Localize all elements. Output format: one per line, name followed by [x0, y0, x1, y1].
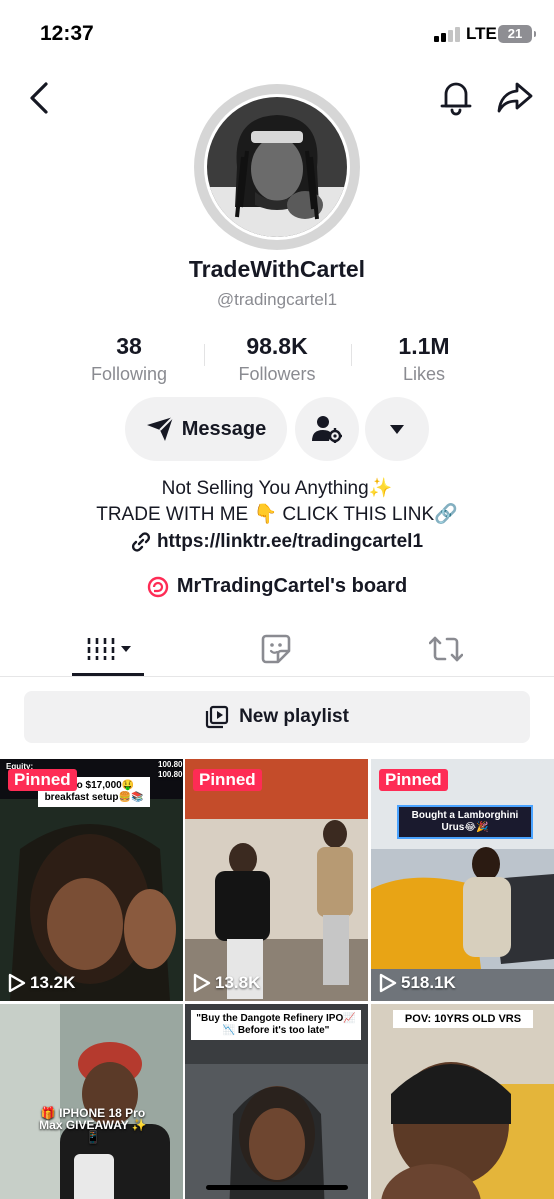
playlist-icon: [205, 705, 229, 729]
video-thumbnail: [185, 759, 368, 1001]
bio-link[interactable]: https://linktr.ee/tradingcartel1: [0, 531, 554, 553]
video-tile[interactable]: 🎁 IPHONE 18 Pro Max GIVEAWAY ✨📱: [0, 1004, 183, 1199]
video-caption: "Buy the Dangote Refinery IPO📈📉 Before i…: [191, 1010, 361, 1040]
pinned-badge: Pinned: [8, 769, 77, 791]
board-icon: [147, 576, 169, 597]
message-button[interactable]: Message: [125, 397, 287, 461]
tab-videos[interactable]: [72, 626, 144, 672]
chevron-left-icon: [30, 82, 48, 114]
stat-likes[interactable]: 1.1M Likes: [344, 332, 504, 386]
pinned-badge: Pinned: [193, 769, 262, 791]
stat-followers[interactable]: 98.8K Followers: [197, 332, 357, 386]
repost-icon: [429, 636, 463, 662]
home-indicator[interactable]: [206, 1185, 348, 1190]
share-button[interactable]: [496, 78, 534, 116]
video-thumbnail: [371, 759, 554, 1001]
paper-plane-icon: [146, 416, 174, 441]
followers-count: 98.8K: [246, 333, 308, 359]
view-count: 518.1K: [379, 973, 456, 993]
following-count: 38: [116, 333, 142, 359]
caret-down-icon: [390, 424, 404, 434]
video-caption: 🎁 IPHONE 18 Pro Max GIVEAWAY ✨📱: [39, 1106, 147, 1144]
back-button[interactable]: [24, 80, 56, 116]
pinned-badge: Pinned: [379, 769, 448, 791]
notifications-bell-button[interactable]: [438, 78, 474, 116]
view-count-value: 518.1K: [401, 973, 456, 992]
video-caption: Bought a Lamborghini Urus😂🎉: [397, 805, 533, 839]
new-playlist-label: New playlist: [239, 706, 349, 727]
view-count: 13.2K: [8, 973, 75, 993]
stat-following[interactable]: 38 Following: [49, 332, 209, 386]
video-thumbnail: [0, 1004, 183, 1199]
user-gear-icon: [312, 416, 342, 443]
avatar[interactable]: [194, 84, 360, 250]
link-icon: [131, 532, 151, 552]
video-thumbnail: [371, 1004, 554, 1199]
play-icon: [8, 973, 26, 993]
status-time: 12:37: [40, 22, 94, 45]
avatar-photo: [207, 97, 347, 237]
add-friend-button[interactable]: [295, 397, 359, 461]
video-tile[interactable]: "Buy the Dangote Refinery IPO📈📉 Before i…: [185, 1004, 368, 1199]
video-tile[interactable]: POV: 10YRS OLD VRS: [371, 1004, 554, 1199]
following-label: Following: [90, 364, 168, 384]
view-count-value: 13.2K: [30, 973, 76, 992]
status-bar: 12:37 LTE 21: [0, 0, 554, 62]
message-label: Message: [181, 417, 267, 440]
likes-count: 1.1M: [398, 333, 450, 359]
display-name: TradeWithCartel: [188, 256, 366, 282]
network-type: LTE: [466, 24, 497, 43]
video-caption: POV: 10YRS OLD VRS: [393, 1010, 533, 1028]
sticker-icon: [261, 634, 291, 664]
more-options-button[interactable]: [365, 397, 429, 461]
new-playlist-button[interactable]: New playlist: [24, 691, 530, 743]
play-icon: [193, 973, 211, 993]
bio-line-2: TRADE WITH ME 👇 CLICK THIS LINK🔗: [96, 504, 458, 525]
tab-reposts[interactable]: [410, 626, 482, 672]
video-tile[interactable]: Pinned 13.8K: [185, 759, 368, 1001]
tab-favorites[interactable]: [240, 626, 312, 672]
view-count: 13.8K: [193, 973, 260, 993]
battery-icon: 21: [498, 25, 536, 43]
video-tile[interactable]: Equity: 100.80 100.80 100 to $17,000🤑 br…: [0, 759, 183, 1001]
video-tile[interactable]: Bought a Lamborghini Urus😂🎉 Pinned 518.1…: [371, 759, 554, 1001]
view-count-value: 13.8K: [215, 973, 261, 992]
signal-strength-icon: [434, 26, 462, 42]
likes-label: Likes: [402, 364, 446, 384]
share-icon: [497, 82, 533, 113]
bio-line-1: Not Selling You Anything✨: [161, 478, 393, 499]
grid-icon: [87, 638, 131, 660]
board-name: MrTradingCartel's board: [176, 575, 408, 597]
tabs-divider: [0, 676, 554, 677]
followers-label: Followers: [238, 364, 316, 384]
equity-value: 100.80: [158, 770, 183, 779]
play-icon: [379, 973, 397, 993]
bell-icon: [440, 82, 472, 116]
board-link[interactable]: MrTradingCartel's board: [0, 575, 554, 598]
bio-link-text: https://linktr.ee/tradingcartel1: [156, 531, 424, 552]
username: @tradingcartel1: [216, 290, 338, 309]
